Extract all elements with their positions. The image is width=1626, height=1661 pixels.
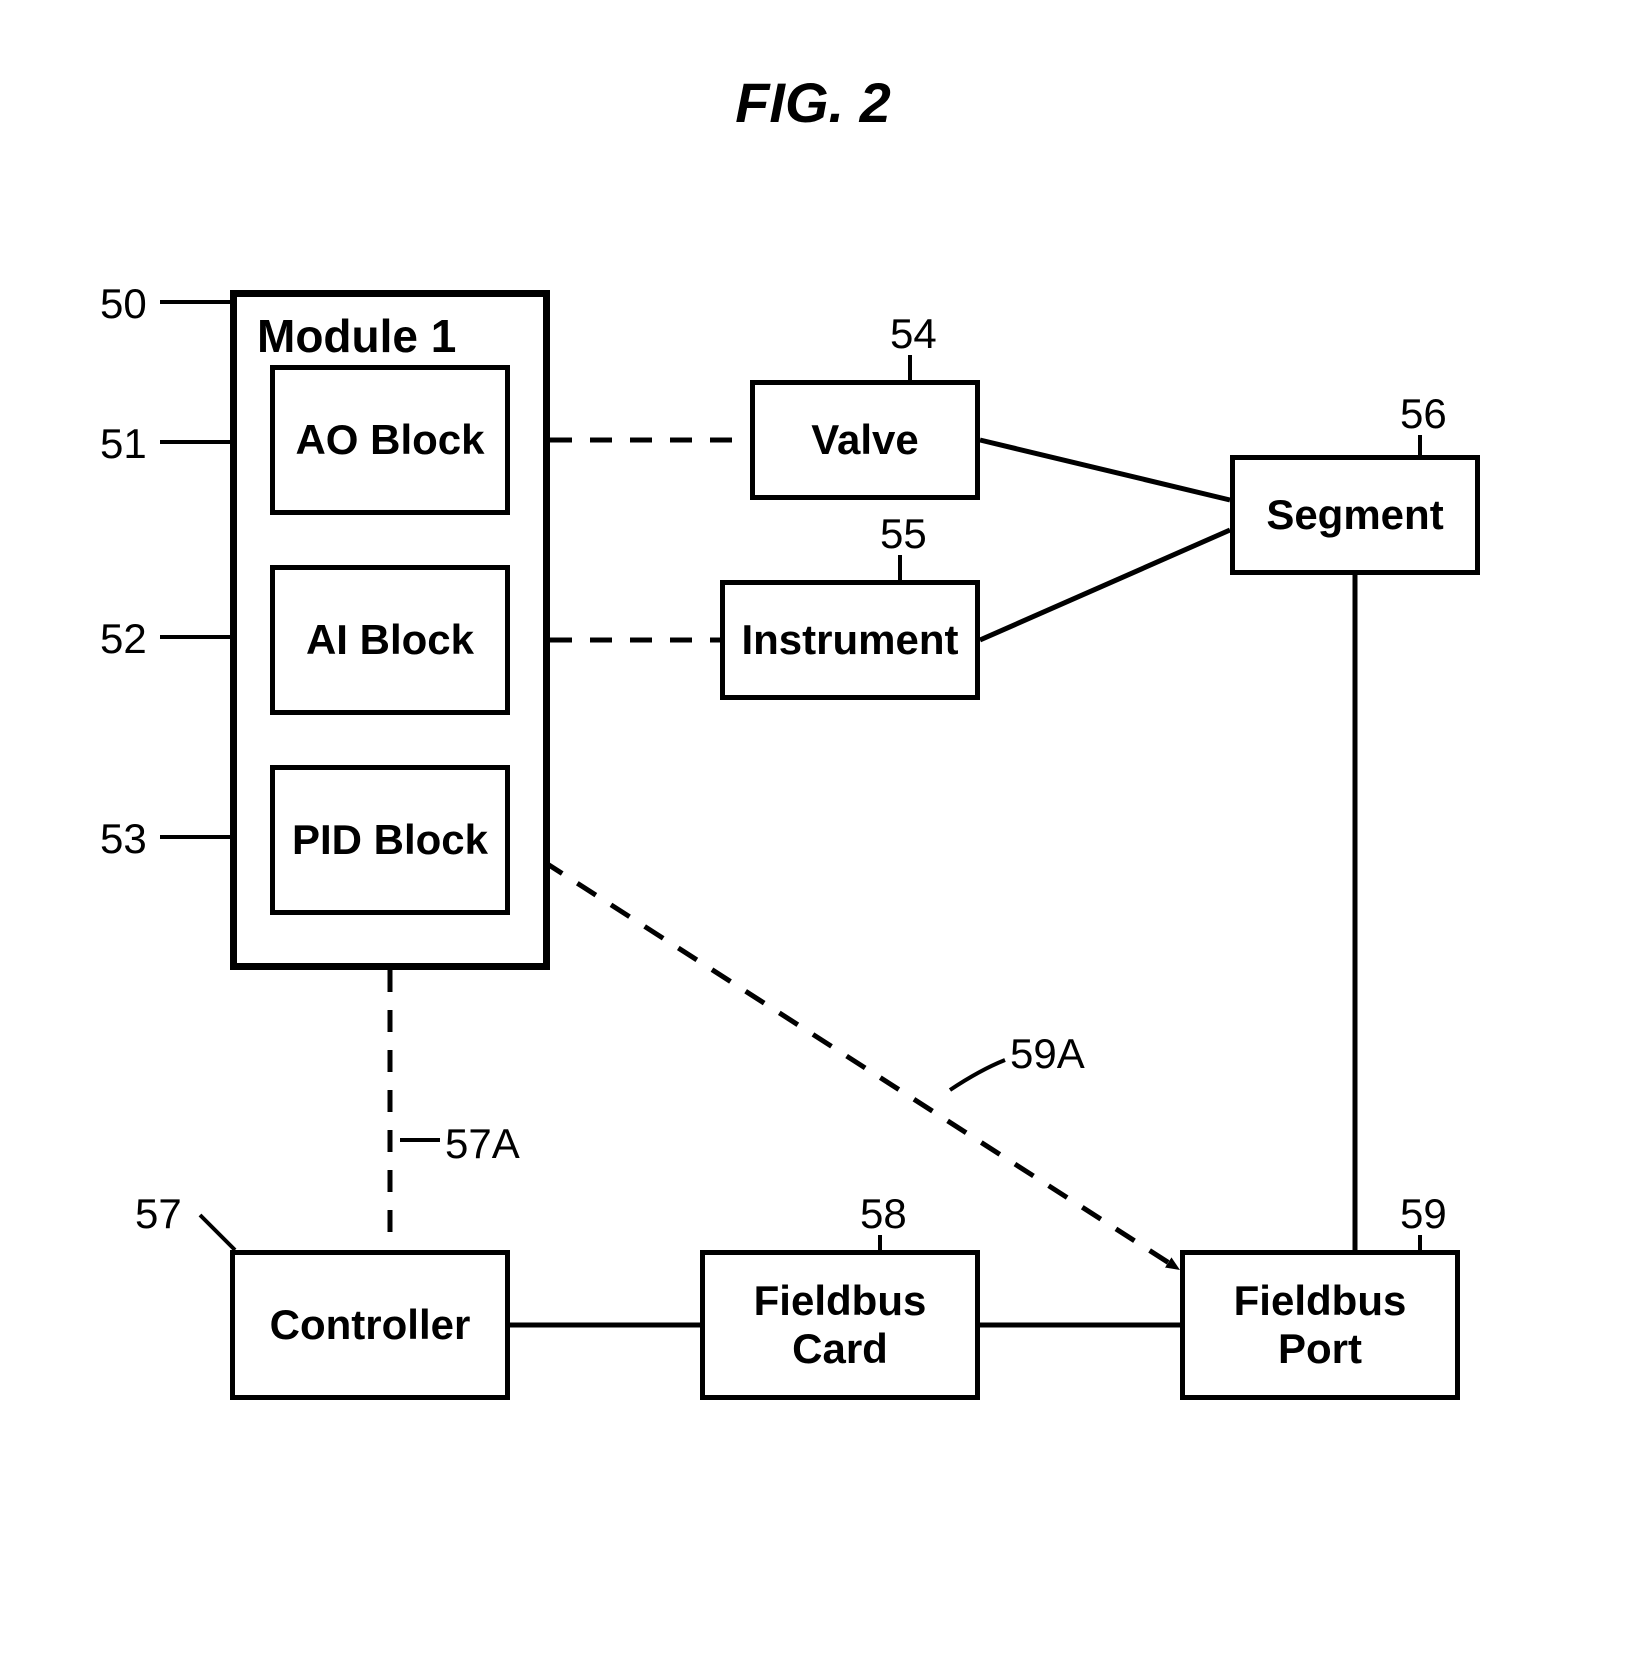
controller-box: Controller	[230, 1250, 510, 1400]
ref-52: 52	[100, 615, 147, 663]
ref-56: 56	[1400, 390, 1447, 438]
pid-block: PID Block	[270, 765, 510, 915]
figure-title: FIG. 2	[735, 70, 891, 135]
ref-50: 50	[100, 280, 147, 328]
ref-57A: 57A	[445, 1120, 520, 1168]
ref-57: 57	[135, 1190, 182, 1238]
ref-59A: 59A	[1010, 1030, 1085, 1078]
ref-53: 53	[100, 815, 147, 863]
diagram-container: Module 1 AO Block AI Block PID Block Val…	[80, 290, 1560, 1490]
ref-55: 55	[880, 510, 927, 558]
segment-box: Segment	[1230, 455, 1480, 575]
ref-59: 59	[1400, 1190, 1447, 1238]
ref-58: 58	[860, 1190, 907, 1238]
fieldbus-port-box: Fieldbus Port	[1180, 1250, 1460, 1400]
module-title: Module 1	[257, 309, 456, 363]
instrument-box: Instrument	[720, 580, 980, 700]
ao-block: AO Block	[270, 365, 510, 515]
ref-51: 51	[100, 420, 147, 468]
fieldbus-card-box: Fieldbus Card	[700, 1250, 980, 1400]
ai-block: AI Block	[270, 565, 510, 715]
ref-54: 54	[890, 310, 937, 358]
valve-box: Valve	[750, 380, 980, 500]
